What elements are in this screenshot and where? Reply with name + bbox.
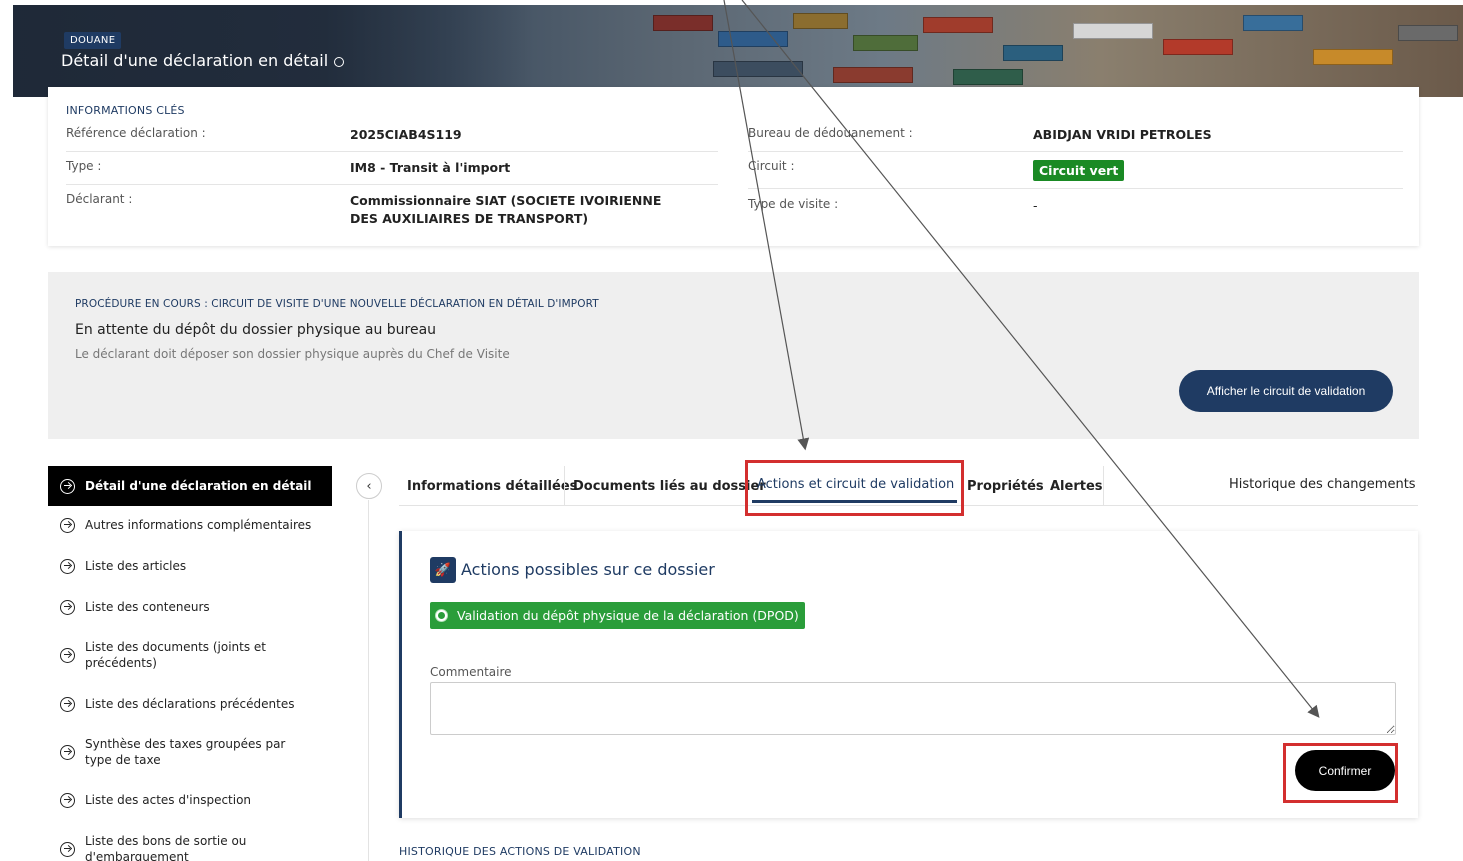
arrow-circle-icon — [60, 599, 75, 615]
visit-type-label: Type de visite : — [748, 197, 839, 211]
arrow-circle-icon — [60, 841, 75, 857]
sidebar-item-containers[interactable]: Liste des conteneurs — [48, 599, 332, 615]
sidebar-item-articles[interactable]: Liste des articles — [48, 558, 332, 574]
action-option-label: Validation du dépôt physique de la décla… — [457, 608, 799, 623]
sidebar-item-documents[interactable]: Liste des documents (joints et précédent… — [48, 639, 332, 671]
comment-label: Commentaire — [430, 665, 512, 679]
tab-properties[interactable]: Propriétés — [967, 466, 1044, 506]
info-icon[interactable] — [334, 57, 345, 67]
rocket-icon: 🚀 — [430, 557, 456, 583]
procedure-caption: PROCÉDURE EN COURS : CIRCUIT DE VISITE D… — [75, 298, 599, 310]
procedure-panel: PROCÉDURE EN COURS : CIRCUIT DE VISITE D… — [48, 272, 1419, 439]
declarant-value: Commissionnaire SIAT (SOCIETE IVOIRIENNE… — [350, 193, 662, 226]
sidebar-item-label: Synthèse des taxes groupées par type de … — [85, 737, 286, 767]
chevron-left-icon: ‹ — [366, 478, 372, 494]
sidebar-item-label: Liste des bons de sortie ou d'embarqueme… — [85, 834, 247, 861]
highlight-box-tab — [745, 460, 964, 516]
type-label: Type : — [66, 159, 102, 173]
arrow-circle-icon — [60, 744, 75, 760]
sidebar-item-label: Détail d'une déclaration en détail — [85, 479, 312, 493]
circuit-badge: Circuit vert — [1033, 160, 1125, 181]
sidebar-item-detail[interactable]: Détail d'une déclaration en détail — [48, 466, 332, 506]
sidebar-item-label: Autres informations complémentaires — [85, 518, 312, 532]
procedure-title: En attente du dépôt du dossier physique … — [75, 322, 437, 338]
radio-selected-icon — [436, 610, 447, 621]
tab-detailed-info[interactable]: Informations détaillées — [407, 466, 577, 506]
declarant-label: Déclarant : — [66, 192, 133, 206]
page-title: Détail d'une déclaration en détail — [61, 51, 345, 70]
reference-value: 2025CIAB4S119 — [350, 127, 462, 142]
arrow-circle-icon — [60, 558, 75, 574]
arrow-circle-icon — [60, 647, 75, 663]
arrow-circle-icon — [60, 517, 75, 533]
arrow-circle-icon — [60, 792, 75, 808]
procedure-subtitle: Le déclarant doit déposer son dossier ph… — [75, 347, 510, 361]
sidebar-item-other-info[interactable]: Autres informations complémentaires — [48, 517, 332, 533]
tab-alerts[interactable]: Alertes — [1050, 466, 1103, 506]
sidebar-item-previous-declarations[interactable]: Liste des déclarations précédentes — [48, 696, 332, 712]
highlight-box-confirm — [1283, 743, 1398, 803]
sidebar-item-tax-summary[interactable]: Synthèse des taxes groupées par type de … — [48, 736, 332, 768]
sidebar-item-exit-bonds[interactable]: Liste des bons de sortie ou d'embarqueme… — [48, 833, 332, 861]
sidebar-item-label: Liste des documents (joints et précédent… — [85, 640, 267, 670]
tab-history[interactable]: Historique des changements — [1229, 464, 1416, 504]
tab-documents[interactable]: Documents liés au dossier — [573, 466, 766, 506]
arrow-circle-icon — [60, 478, 75, 494]
bureau-label: Bureau de dédouanement : — [748, 126, 913, 140]
visit-type-value: - — [1033, 198, 1038, 213]
key-info-card: INFORMATIONS CLÉS Référence déclaration … — [48, 87, 1419, 246]
sidebar-item-label: Liste des articles — [85, 559, 187, 573]
actions-card: 🚀 Actions possibles sur ce dossier Valid… — [399, 531, 1418, 818]
key-info-caption: INFORMATIONS CLÉS — [66, 104, 185, 117]
history-caption: HISTORIQUE DES ACTIONS DE VALIDATION — [399, 845, 641, 858]
sidebar-item-inspection-acts[interactable]: Liste des actes d'inspection — [48, 792, 332, 808]
action-option-dpod[interactable]: Validation du dépôt physique de la décla… — [430, 602, 805, 629]
douane-badge: DOUANE — [64, 32, 122, 49]
circuit-label: Circuit : — [748, 159, 795, 173]
type-value: IM8 - Transit à l'import — [350, 160, 511, 175]
bureau-value: ABIDJAN VRIDI PETROLES — [1033, 127, 1212, 142]
reference-label: Référence déclaration : — [66, 126, 206, 140]
actions-title: Actions possibles sur ce dossier — [461, 560, 715, 579]
page-title-text: Détail d'une déclaration en détail — [61, 51, 329, 70]
sidebar-item-label: Liste des déclarations précédentes — [85, 697, 295, 711]
arrow-circle-icon — [60, 696, 75, 712]
sidebar-item-label: Liste des actes d'inspection — [85, 793, 252, 807]
sidebar-item-label: Liste des conteneurs — [85, 600, 210, 614]
collapse-sidebar-button[interactable]: ‹ — [356, 473, 382, 499]
header-banner: DOUANE Détail d'une déclaration en détai… — [13, 5, 1463, 97]
comment-field[interactable] — [430, 682, 1396, 735]
show-validation-circuit-button[interactable]: Afficher le circuit de validation — [1179, 370, 1393, 412]
